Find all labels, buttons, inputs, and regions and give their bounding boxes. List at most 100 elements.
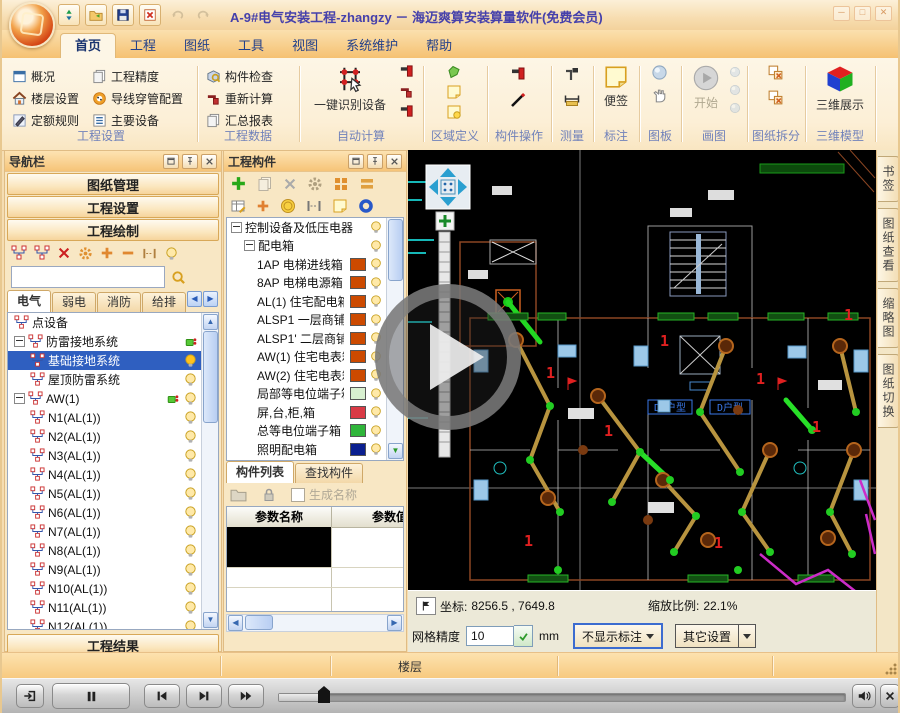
tree-row[interactable]: AW(1) — [8, 389, 218, 408]
panel-close-button[interactable] — [386, 154, 402, 169]
component-row[interactable]: AL(1) 住宅配电箱 — [227, 292, 403, 311]
sticky-note-button[interactable]: 便签 — [596, 64, 636, 109]
delete-component-icon[interactable] — [283, 177, 297, 191]
region-note-bulb-icon[interactable] — [446, 104, 462, 120]
tree-row[interactable]: N5(AL(1)) — [8, 484, 218, 503]
visibility-bulb-icon[interactable] — [369, 313, 383, 327]
panel-close-button[interactable] — [201, 154, 217, 169]
component-row[interactable]: 屏,台,柜,箱 — [227, 403, 403, 422]
visibility-bulb-icon[interactable] — [369, 276, 383, 290]
add-component-icon[interactable] — [230, 175, 247, 192]
visibility-bulb-icon[interactable] — [183, 486, 198, 501]
other-settings-button[interactable]: 其它设置 — [675, 624, 739, 648]
component-check-button[interactable]: 构件检查 — [206, 66, 273, 86]
region-shape-icon[interactable] — [446, 64, 462, 80]
marker-icon[interactable] — [510, 66, 526, 82]
tree-row[interactable]: N9(AL(1)) — [8, 560, 218, 579]
component-row[interactable]: 配电箱 — [227, 237, 403, 256]
grid-view-icon[interactable] — [333, 176, 349, 192]
app-logo[interactable] — [9, 2, 55, 48]
visibility-bulb-icon[interactable] — [183, 543, 198, 558]
scroll-down-icon[interactable]: ▼ — [388, 443, 403, 459]
scroll-thumb[interactable] — [388, 219, 403, 281]
volume-button[interactable] — [852, 684, 876, 708]
import-export-button[interactable] — [58, 4, 80, 26]
tree-row[interactable]: N2(AL(1)) — [8, 427, 218, 446]
menu-tab[interactable]: 视图 — [278, 34, 332, 58]
minimize-button[interactable]: ─ — [833, 6, 850, 21]
component-row[interactable]: 总等电位端子箱 — [227, 422, 403, 441]
measure-distance-icon[interactable] — [564, 92, 580, 108]
tree-row[interactable]: N12(AL(1)) — [8, 617, 218, 630]
table-header-param-name[interactable]: 参数名称 — [227, 507, 332, 527]
tree-row[interactable]: N3(AL(1)) — [8, 446, 218, 465]
draw-option-icon[interactable] — [729, 102, 741, 114]
coin-icon[interactable] — [280, 198, 296, 214]
tree-row[interactable]: N11(AL(1)) — [8, 598, 218, 617]
measure-icon[interactable] — [564, 66, 580, 82]
panel-pin-button[interactable] — [182, 154, 198, 169]
redo-button[interactable] — [193, 4, 215, 26]
region-note-icon[interactable] — [446, 84, 462, 100]
expander-icon[interactable] — [14, 336, 25, 347]
visibility-bulb-icon[interactable] — [183, 505, 198, 520]
visibility-bulb-icon[interactable] — [183, 353, 198, 368]
visibility-bulb-icon[interactable] — [183, 391, 198, 406]
mirror-icon[interactable] — [142, 246, 157, 261]
draw-line-icon[interactable] — [510, 92, 526, 108]
scroll-right-icon[interactable]: ▶ — [387, 615, 402, 631]
generate-name-checkbox[interactable] — [291, 488, 305, 502]
device-copy-icon[interactable] — [399, 84, 414, 99]
grid-precision-value[interactable]: 10 — [466, 626, 514, 646]
menu-tab[interactable]: 图纸 — [170, 34, 224, 58]
draw-option-icon[interactable] — [729, 84, 741, 96]
component-row[interactable]: 8AP 电梯电源箱 — [227, 274, 403, 293]
scroll-thumb[interactable] — [203, 331, 218, 423]
tree-row[interactable]: 屋顶防雷系统 — [8, 370, 218, 389]
sphere-icon[interactable] — [651, 64, 668, 81]
sheet-merge-icon[interactable] — [767, 89, 784, 106]
seek-handle[interactable] — [318, 686, 330, 703]
annotation-display-button[interactable]: 不显示标注 — [573, 623, 663, 649]
expander-icon[interactable] — [244, 240, 255, 251]
visibility-bulb-icon[interactable] — [369, 294, 383, 308]
tree-row[interactable]: N8(AL(1)) — [8, 541, 218, 560]
menu-tab[interactable]: 工程 — [116, 34, 170, 58]
expander-icon[interactable] — [14, 393, 25, 404]
open-file-button[interactable] — [85, 4, 107, 26]
visibility-bulb-icon[interactable] — [183, 562, 198, 577]
component-row[interactable]: 照明配电箱 — [227, 440, 403, 459]
note-icon[interactable] — [332, 198, 348, 214]
component-row[interactable]: 局部等电位端子箱 — [227, 385, 403, 404]
menu-tab[interactable]: 系统维护 — [332, 34, 412, 58]
selected-parameter-cell[interactable] — [227, 527, 331, 567]
scroll-up-icon[interactable]: ▲ — [203, 314, 218, 330]
scroll-thumb[interactable] — [245, 615, 273, 630]
tree-row[interactable]: 基础接地系统 — [8, 351, 218, 370]
mirror-icon[interactable] — [306, 198, 322, 214]
visibility-bulb-icon[interactable] — [369, 424, 383, 438]
add-icon[interactable] — [100, 246, 114, 260]
door-define-icon[interactable] — [399, 64, 414, 79]
resize-grip[interactable] — [885, 663, 897, 675]
lock-icon[interactable] — [261, 487, 277, 503]
copy-component-icon[interactable] — [257, 176, 273, 192]
search-icon[interactable] — [171, 270, 186, 285]
visibility-bulb-icon[interactable] — [369, 387, 383, 401]
side-tab[interactable]: 图纸查看 — [878, 208, 900, 282]
visibility-bulb-icon[interactable] — [164, 246, 179, 261]
fast-forward-button[interactable] — [228, 684, 264, 708]
menu-tab[interactable]: 帮助 — [412, 34, 466, 58]
visibility-bulb-icon[interactable] — [183, 372, 198, 387]
overview-button[interactable]: 概况 — [12, 66, 55, 86]
tree-row[interactable]: N4(AL(1)) — [8, 465, 218, 484]
tab-scroll-right-icon[interactable]: ▶ — [203, 291, 218, 307]
side-tab[interactable]: 缩略图 — [878, 288, 900, 348]
drawing-management-button[interactable]: 图纸管理 — [7, 173, 219, 195]
visibility-bulb-icon[interactable] — [183, 429, 198, 444]
wire-pipe-config-button[interactable]: 导线穿管配置 — [92, 88, 183, 108]
ring-icon[interactable] — [358, 198, 374, 214]
settings-gear-icon[interactable] — [78, 246, 93, 261]
recalculate-button[interactable]: 重新计算 — [206, 88, 273, 108]
visibility-bulb-icon[interactable] — [183, 448, 198, 463]
